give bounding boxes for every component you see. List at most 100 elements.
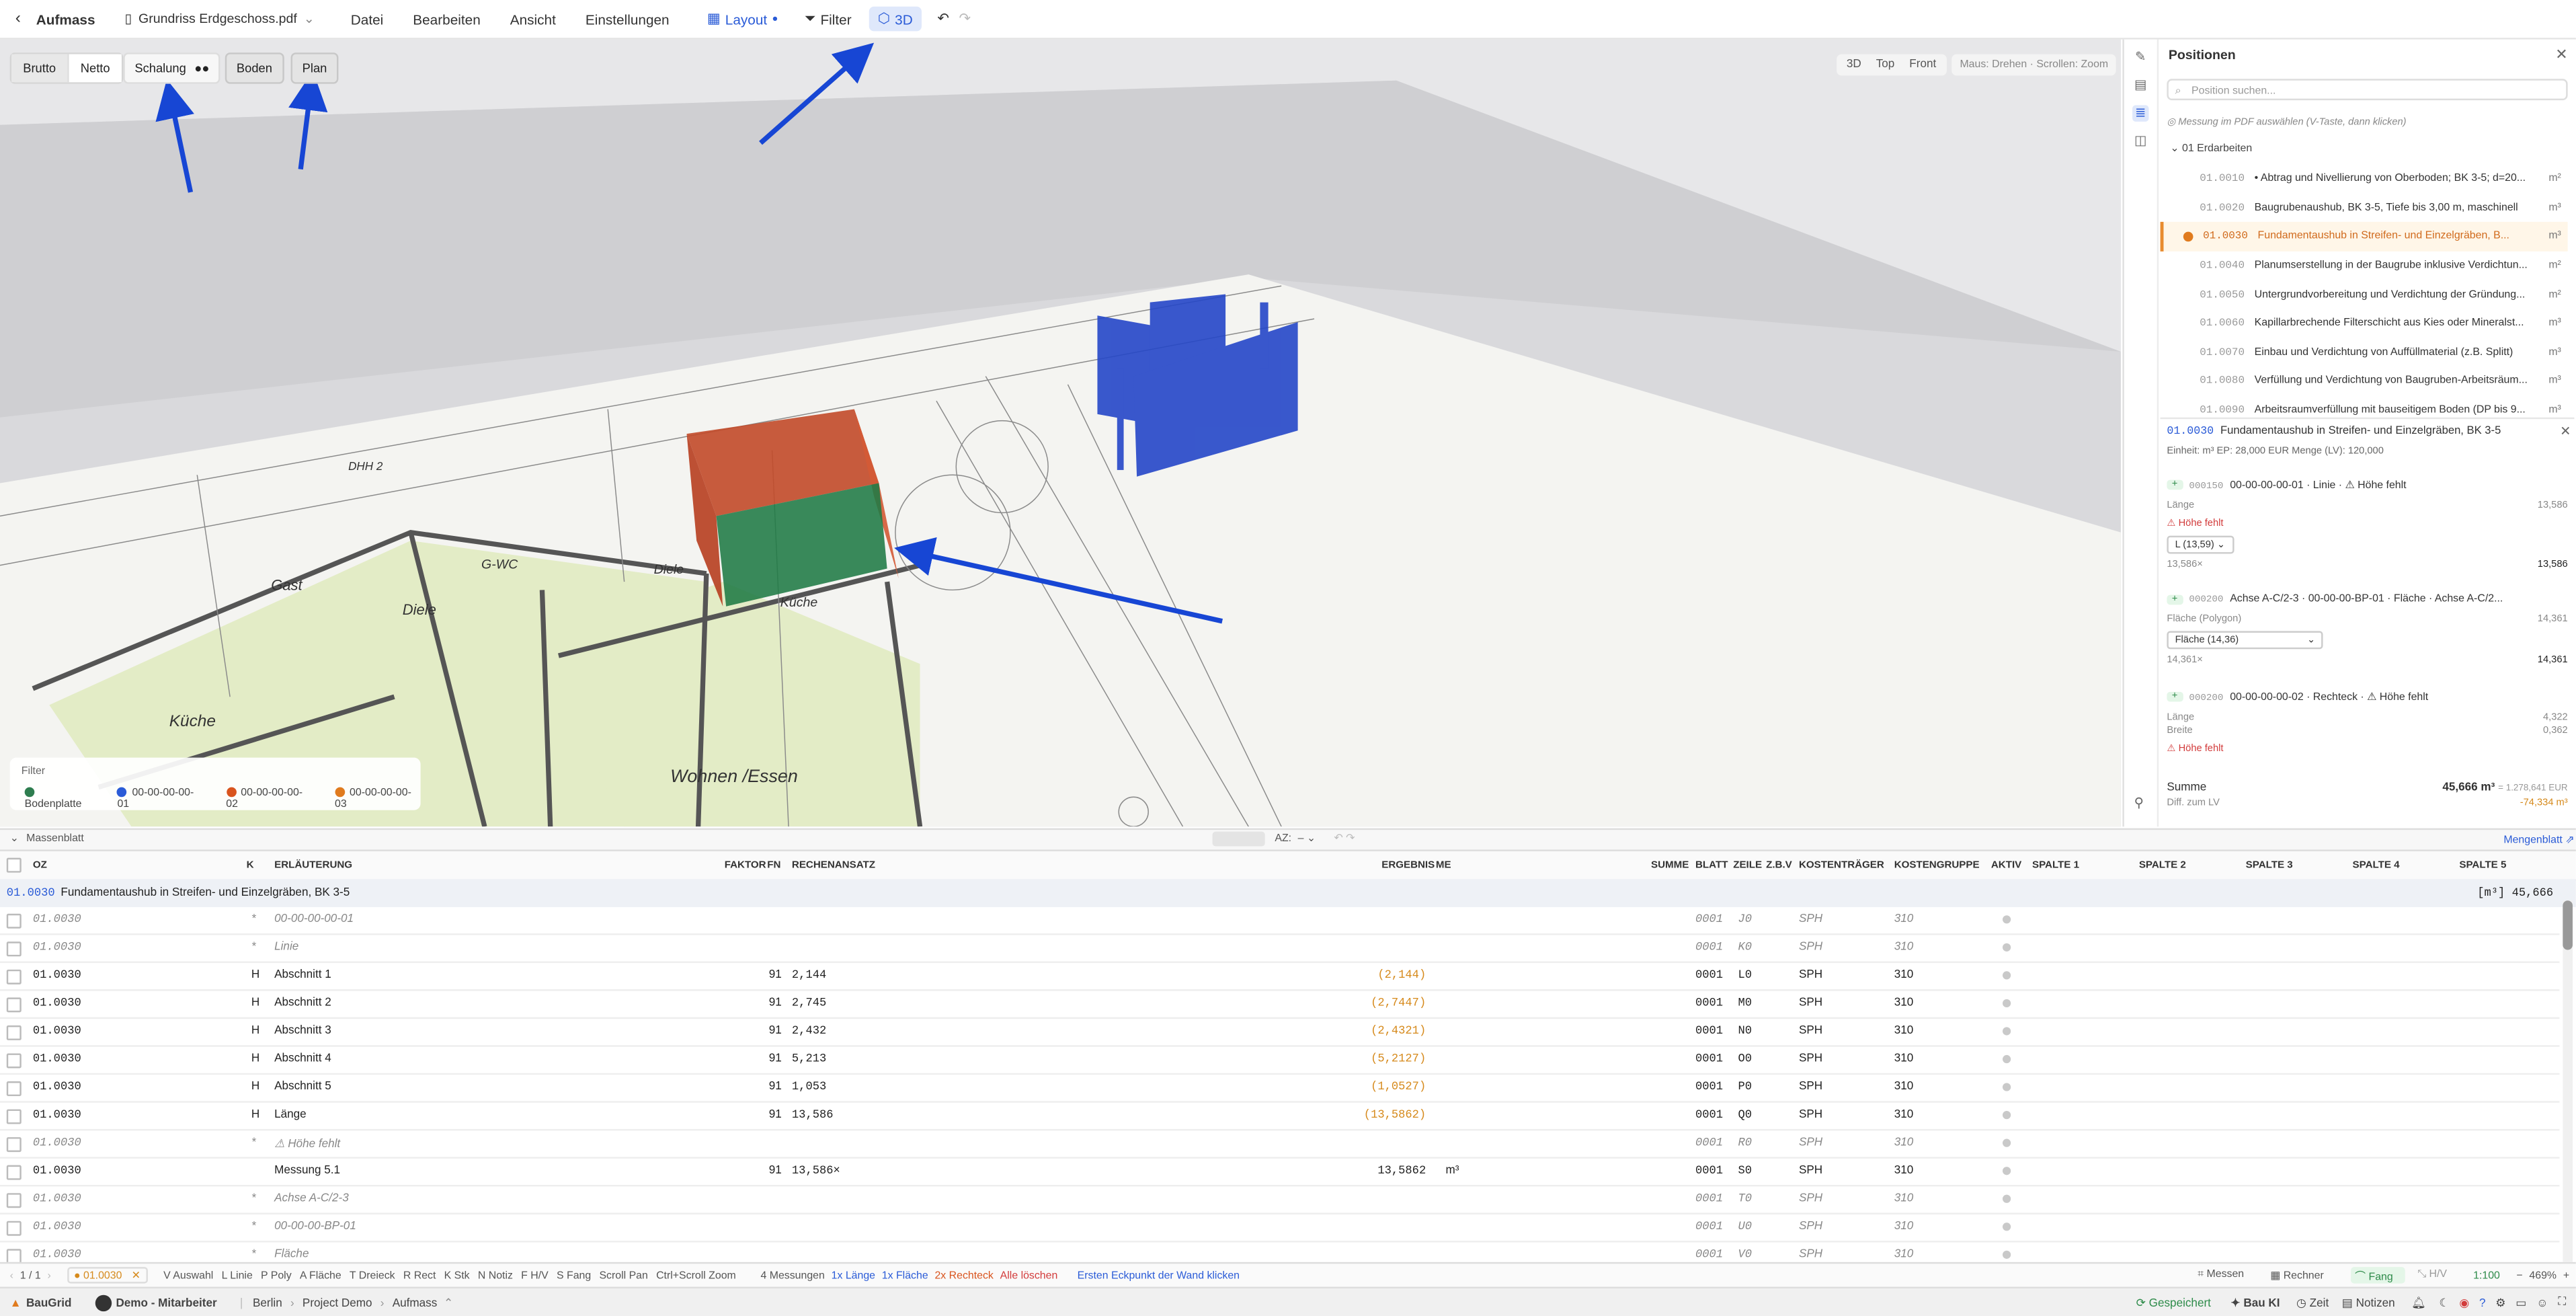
clear-all-button[interactable]: Alle löschen (1000, 1270, 1058, 1281)
record-icon[interactable]: ◉ (2459, 1296, 2469, 1310)
view-3d-button[interactable]: ⬡ 3D (869, 6, 921, 32)
zoom-in-icon[interactable]: + (2563, 1270, 2569, 1281)
col-oz[interactable]: OZ (33, 859, 47, 871)
hv-button[interactable]: ⤡ H/V (2417, 1269, 2453, 1282)
filter-item-01[interactable]: 00-00-00-00-01 (117, 787, 203, 810)
position-item[interactable]: 01.0060 Kapillarbrechende Filterschicht a… (2161, 309, 2568, 338)
position-item[interactable]: 01.0040 Planumserstellung in der Baugrube… (2161, 251, 2568, 280)
view-tab-front[interactable]: Front (1909, 59, 1936, 71)
col-spalte-3[interactable]: SPALTE 3 (2246, 859, 2293, 871)
current-position-chip[interactable]: ● 01.0030 ✕ (67, 1267, 147, 1284)
aktiv-indicator[interactable] (2002, 971, 2011, 980)
filter-item-02[interactable]: 00-00-00-00-02 (226, 787, 312, 810)
tool-3[interactable]: A Fläche (300, 1270, 341, 1281)
position-item[interactable]: 01.0050 Untergrundvorbereitung und Verdic… (2161, 280, 2568, 309)
menu-ansicht[interactable]: Ansicht (510, 11, 556, 27)
inbox-icon[interactable]: ▭ (2515, 1296, 2526, 1310)
row-checkbox[interactable] (6, 1137, 22, 1153)
tool-0[interactable]: V Auswahl (163, 1270, 213, 1281)
col-kostentraeger[interactable]: KOSTENTRÄGER (1799, 859, 1884, 871)
user-icon[interactable]: ☺ (2536, 1297, 2548, 1309)
zoom-out-icon[interactable]: − (2516, 1270, 2522, 1281)
table-scrollbar[interactable] (2563, 900, 2573, 1262)
close-icon[interactable]: ✕ (2560, 424, 2571, 439)
row-checkbox[interactable] (6, 969, 22, 984)
view-tab-top[interactable]: Top (1876, 59, 1895, 71)
view-tab-3d[interactable]: 3D (1847, 59, 1861, 71)
select-all-checkbox[interactable] (6, 857, 22, 873)
view-toggle[interactable] (1212, 831, 1265, 847)
formula-select[interactable]: Fläche (14,36) ⌄ (2167, 631, 2324, 650)
menu-datei[interactable]: Datei (351, 11, 383, 27)
aktiv-indicator[interactable] (2002, 1223, 2011, 1231)
layers-icon[interactable]: ◫ (2132, 133, 2148, 149)
aktiv-indicator[interactable] (2002, 999, 2011, 1008)
count-laenge[interactable]: 1x Länge (832, 1270, 875, 1281)
row-checkbox[interactable] (6, 1109, 22, 1124)
aktiv-indicator[interactable] (2002, 1083, 2011, 1091)
position-item[interactable]: 01.0010 • Abtrag und Nivellierung von Obe… (2161, 164, 2568, 193)
moon-icon[interactable]: ☾ (2439, 1296, 2449, 1310)
table-row[interactable]: 01.0030 H Abschnitt 4 91 5,213 (5,2127) 0001 O0… (0, 1047, 2560, 1075)
close-icon[interactable]: ✕ (2555, 46, 2567, 64)
scroll-thumb[interactable] (2563, 900, 2573, 950)
col-faktor[interactable]: FAKTOR (725, 859, 766, 871)
formula-select[interactable]: L (13,59) ⌄ (2167, 535, 2234, 554)
col-spalte-1[interactable]: SPALTE 1 (2032, 859, 2079, 871)
tool-9[interactable]: S Fang (557, 1270, 591, 1281)
col-erlaeuterung[interactable]: ERLÄUTERUNG (274, 859, 352, 871)
row-checkbox[interactable] (6, 913, 22, 929)
table-row[interactable]: 01.0030 H Abschnitt 5 91 1,053 (1,0527) 0001 P0… (0, 1075, 2560, 1103)
aktiv-indicator[interactable] (2002, 1194, 2011, 1203)
row-checkbox[interactable] (6, 1025, 22, 1040)
col-rechenansatz[interactable]: RECHENANSATZ (792, 859, 875, 871)
next-page-icon[interactable]: › (47, 1270, 50, 1281)
col-zbv[interactable]: Z.B.V (1766, 859, 1792, 871)
3d-viewport[interactable]: Gast Diele G-WC Diele Küche Küche Wohnen… (0, 39, 2121, 827)
brand-name[interactable]: BauGrid (26, 1297, 72, 1309)
messen-button[interactable]: ⌗ Messen (2198, 1269, 2251, 1282)
tool-1[interactable]: L Linie (222, 1270, 253, 1281)
file-selector[interactable]: ▯ Grundriss Erdgeschoss.pdf ⌄ (124, 11, 315, 26)
menu-einstellungen[interactable]: Einstellungen (586, 11, 670, 27)
tool-5[interactable]: R Rect (403, 1270, 436, 1281)
aktiv-indicator[interactable] (2002, 1054, 2011, 1064)
table-row[interactable]: 01.0030 H Abschnitt 3 91 2,432 (2,4321) 0001 N0… (0, 1019, 2560, 1047)
col-blatt[interactable]: BLATT (1695, 859, 1728, 871)
table-group-row[interactable]: 01.0030 Fundamentaushub in Streifen- und… (0, 879, 2576, 907)
tool-11[interactable]: Ctrl+Scroll Zoom (656, 1270, 736, 1281)
sort-select[interactable]: – ⌄ (1298, 832, 1316, 845)
avatar[interactable] (94, 1294, 112, 1312)
table-row[interactable]: 01.0030 * Linie 0001 K0 SPH 310 (0, 935, 2560, 964)
rechner-button[interactable]: ▦ Rechner (2270, 1269, 2330, 1282)
tool-10[interactable]: Scroll Pan (599, 1270, 647, 1281)
tool-6[interactable]: K Stk (444, 1270, 470, 1281)
tool-4[interactable]: T Dreieck (350, 1270, 395, 1281)
expand-icon[interactable]: + (2167, 479, 2183, 490)
row-checkbox[interactable] (6, 1193, 22, 1208)
edit-icon[interactable]: ✎ (2132, 49, 2148, 65)
undo-icon[interactable]: ↶ ↷ (1334, 832, 1355, 845)
col-me[interactable]: ME (1436, 859, 1451, 871)
netto-button[interactable]: Netto (67, 54, 122, 83)
aktiv-indicator[interactable] (2002, 1138, 2011, 1147)
back-icon[interactable]: ‹ (0, 10, 36, 28)
time-button[interactable]: ◷ Zeit (2296, 1296, 2329, 1310)
aktiv-indicator[interactable] (2002, 1250, 2011, 1259)
mengenblatt-link[interactable]: Mengenblatt ⇗ (2503, 833, 2574, 846)
breadcrumb-project[interactable]: Project Demo (303, 1297, 372, 1309)
col-kostengruppe[interactable]: KOSTENGRUPPE (1894, 859, 1980, 871)
settings-icon[interactable]: ⚙ (2495, 1296, 2505, 1310)
brutto-button[interactable]: Brutto (11, 54, 68, 83)
boden-button[interactable]: Boden (225, 52, 284, 84)
table-row[interactable]: 01.0030 * 00-00-00-BP-01 0001 U0 SPH 310 (0, 1214, 2560, 1243)
row-checkbox[interactable] (6, 1053, 22, 1069)
col-aktiv[interactable]: AKTIV (1991, 859, 2021, 871)
scale-value[interactable]: 1:100 (2473, 1270, 2500, 1281)
list-icon[interactable]: ≣ (2132, 105, 2149, 122)
breadcrumb-aufmass[interactable]: Aufmass (393, 1297, 438, 1309)
col-spalte-5[interactable]: SPALTE 5 (2459, 859, 2506, 871)
measurement-card[interactable]: +000150 00-00-00-00-01 · Linie · ⚠ Höhe f… (2167, 478, 2568, 570)
position-item[interactable]: 01.0070 Einbau und Verdichtung von Auffül… (2161, 338, 2568, 366)
measurement-card[interactable]: +000200 00-00-00-00-02 · Rechteck · ⚠ Höh… (2167, 690, 2568, 754)
